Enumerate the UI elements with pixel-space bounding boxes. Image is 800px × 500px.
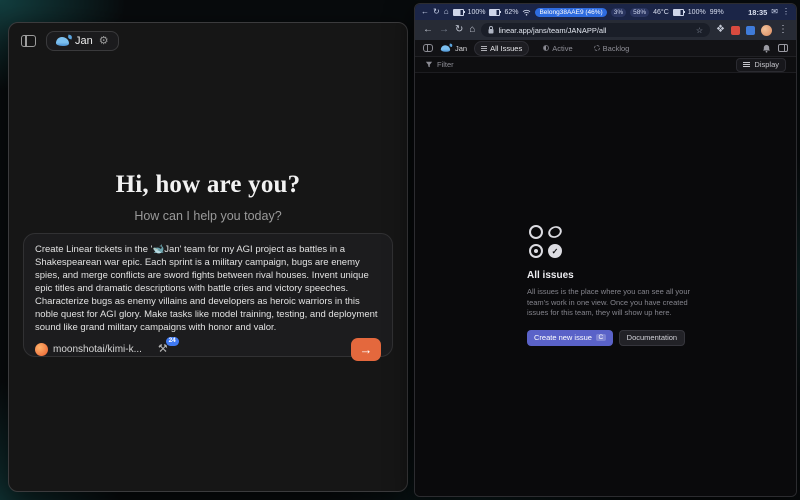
- tab-backlog[interactable]: Backlog: [587, 41, 637, 56]
- gear-icon[interactable]: ⚙: [99, 36, 109, 47]
- check-glyph: ✓: [552, 247, 559, 256]
- url-text: linear.app/jans/team/JANAPP/all: [498, 26, 691, 35]
- tab-backlog-label: Backlog: [603, 44, 630, 53]
- system-status-bar: ← ↻ ⌂ 100% 62% Belong38AAE9 (46%) 3% 58%…: [415, 4, 796, 20]
- chat-topbar: Jan ⚙: [9, 23, 407, 59]
- display-sliders-icon: [743, 64, 750, 65]
- empty-state: ✓ All issues All issues is the place whe…: [527, 225, 705, 346]
- tools-button[interactable]: ⚒ 24: [158, 344, 168, 355]
- in-progress-circle-icon: [546, 224, 563, 240]
- linear-team-name: Jan: [455, 44, 467, 53]
- tab-active-label: Active: [552, 44, 572, 53]
- shortcut-key-badge: C: [596, 334, 606, 341]
- temperature-value: 46°C: [653, 9, 669, 16]
- linear-whale-icon: [441, 45, 450, 51]
- linear-filter-bar: Filter Display: [415, 57, 796, 73]
- linear-team: Jan: [440, 44, 467, 53]
- battery-icon: [453, 9, 464, 16]
- status-badge-2: 58%: [630, 8, 649, 17]
- greeting-subtitle: How can I help you today?: [9, 209, 407, 223]
- browser-window: ← ↻ ⌂ 100% 62% Belong38AAE9 (46%) 3% 58%…: [414, 3, 797, 497]
- display-button-label: Display: [754, 60, 779, 69]
- tools-count-badge: 24: [166, 337, 179, 346]
- status-back-icon: ←: [421, 8, 429, 16]
- empty-state-buttons: Create new issue C Documentation: [527, 330, 705, 346]
- browser-toolbar: ← → ↻ ⌂ linear.app/jans/team/JANAPP/all …: [415, 20, 796, 40]
- battery-icon-3: [673, 9, 684, 16]
- tools-icon: ⚒: [158, 343, 168, 355]
- battery-icon-2: [489, 9, 500, 16]
- wifi-icon: [522, 9, 531, 16]
- display-button[interactable]: Display: [736, 58, 786, 72]
- documentation-label: Documentation: [627, 333, 677, 342]
- status-percent-4: 99%: [710, 9, 724, 16]
- layout-panel-icon[interactable]: [778, 44, 788, 52]
- linear-header: Jan All Issues Active Backlog: [415, 40, 796, 57]
- greeting-title: Hi, how are you?: [9, 171, 407, 199]
- create-new-issue-label: Create new issue: [534, 333, 592, 342]
- browser-menu-kebab-icon[interactable]: ⋮: [778, 25, 788, 35]
- filter-button[interactable]: Filter: [437, 60, 454, 69]
- composer-input[interactable]: Create Linear tickets in the '🐋Jan' team…: [35, 243, 381, 334]
- done-check-icon: ✓: [548, 244, 562, 258]
- active-icon: [543, 45, 549, 51]
- mail-icon: ✉: [771, 8, 778, 16]
- status-overflow-icon: ⋮: [782, 8, 790, 16]
- send-arrow-icon: →: [360, 342, 373, 357]
- battery-percent-2: 62%: [504, 9, 518, 16]
- backlog-icon: [594, 45, 600, 51]
- model-selector[interactable]: moonshotai/kimi-k...: [35, 343, 142, 356]
- empty-state-description: All issues is the place where you can se…: [527, 287, 705, 319]
- refresh-button[interactable]: ↻: [455, 25, 463, 35]
- whale-icon: [56, 37, 69, 46]
- composer-toolbar: moonshotai/kimi-k... ⚒ 24 →: [35, 338, 381, 361]
- status-home-icon: ⌂: [444, 8, 449, 16]
- bookmark-star-icon[interactable]: ☆: [696, 26, 703, 35]
- notifications-bell-icon[interactable]: [762, 44, 771, 53]
- address-bar[interactable]: linear.app/jans/team/JANAPP/all ☆: [481, 23, 710, 37]
- network-badge: Belong38AAE9 (46%): [535, 8, 606, 17]
- issues-canvas: ✓ All issues All issues is the place whe…: [415, 73, 796, 496]
- documentation-button[interactable]: Documentation: [619, 330, 685, 346]
- back-button[interactable]: ←: [423, 25, 433, 35]
- extensions-icon[interactable]: ❖: [716, 25, 725, 35]
- status-refresh-icon: ↻: [433, 8, 440, 16]
- battery-percent-3: 100%: [688, 9, 706, 16]
- todo-circle-icon: [529, 225, 543, 239]
- send-button[interactable]: →: [351, 338, 381, 361]
- greeting-block: Hi, how are you? How can I help you toda…: [9, 171, 407, 223]
- linear-header-right: [762, 44, 788, 53]
- forward-button[interactable]: →: [439, 25, 449, 35]
- empty-state-title: All issues: [527, 270, 705, 281]
- profile-avatar[interactable]: [761, 25, 772, 36]
- extension-blue-icon[interactable]: [746, 26, 755, 35]
- tab-all-issues-label: All Issues: [490, 44, 522, 53]
- create-new-issue-button[interactable]: Create new issue C: [527, 330, 613, 346]
- all-issues-icon: [481, 46, 487, 51]
- issue-status-icons: ✓: [529, 225, 577, 258]
- model-logo-icon: [35, 343, 48, 356]
- sidebar-toggle-icon[interactable]: [21, 35, 36, 47]
- tab-active[interactable]: Active: [536, 41, 579, 56]
- home-button[interactable]: ⌂: [469, 25, 475, 35]
- status-badge-1: 3%: [611, 8, 626, 17]
- filter-funnel-icon: [425, 61, 433, 68]
- tab-all-issues[interactable]: All Issues: [474, 41, 529, 56]
- clock: 18:35: [748, 8, 767, 17]
- battery-percent-1: 100%: [468, 9, 486, 16]
- team-selector-chip[interactable]: Jan ⚙: [46, 31, 119, 51]
- lock-icon: [488, 26, 494, 34]
- backlog-circle-icon: [529, 244, 543, 258]
- extension-red-icon[interactable]: [731, 26, 740, 35]
- linear-sidebar-toggle-icon[interactable]: [423, 44, 433, 52]
- message-composer[interactable]: Create Linear tickets in the '🐋Jan' team…: [23, 233, 393, 357]
- model-name: moonshotai/kimi-k...: [53, 344, 142, 355]
- jan-chat-window: Jan ⚙ Hi, how are you? How can I help yo…: [8, 22, 408, 492]
- team-name: Jan: [75, 35, 93, 47]
